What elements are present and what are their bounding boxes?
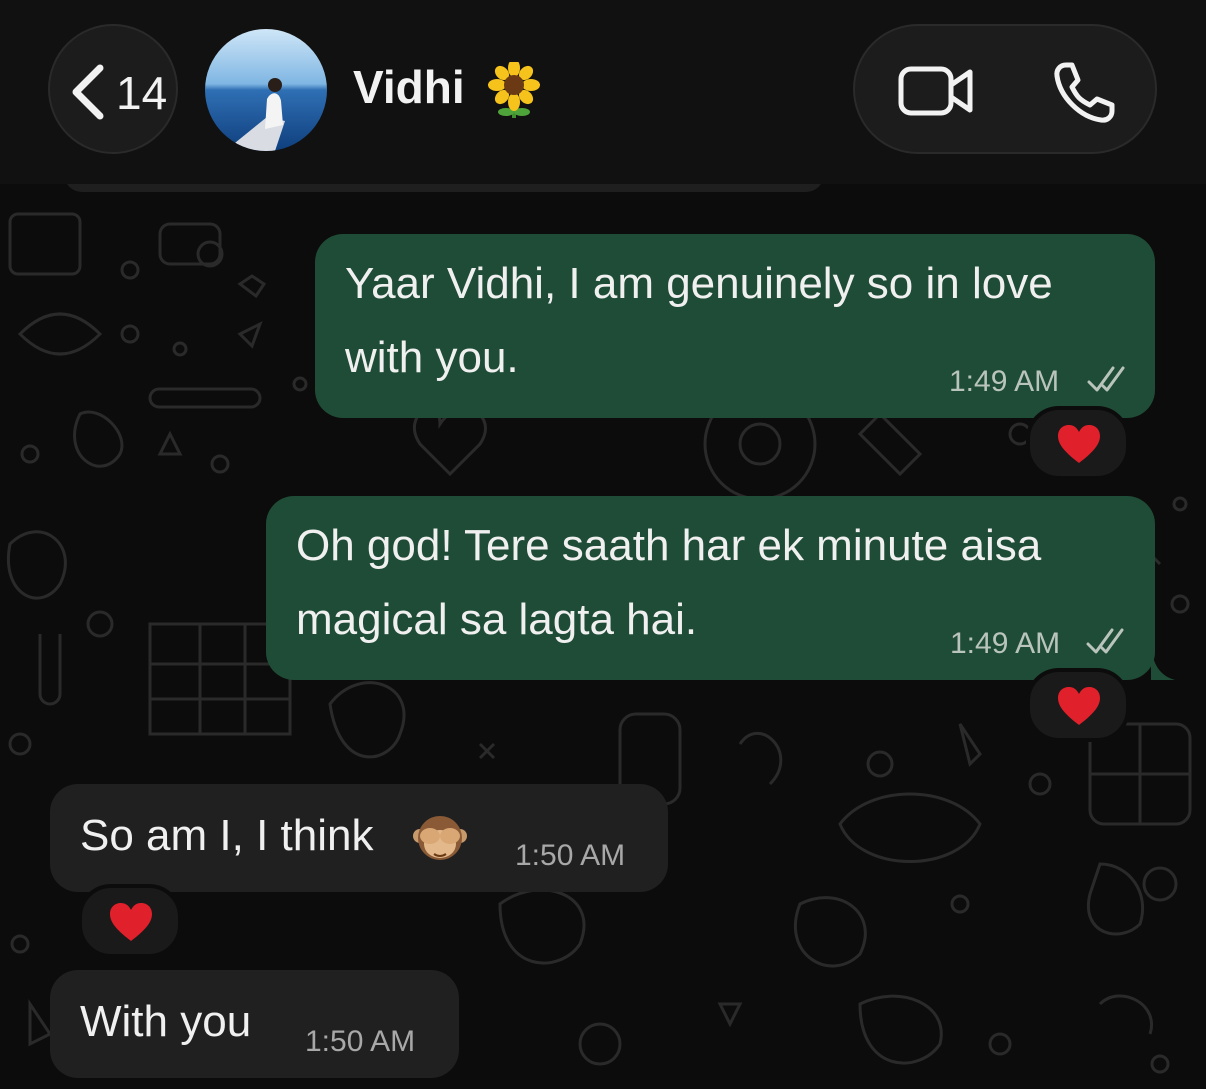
read-double-check-icon bbox=[1087, 366, 1125, 392]
sunflower-icon bbox=[488, 62, 540, 118]
message-time: 1:50 AM bbox=[305, 1025, 416, 1058]
previous-message-edge bbox=[64, 184, 824, 192]
message-text: So am I, I think bbox=[80, 811, 374, 860]
chat-header: 14 Vidhi bbox=[0, 0, 1206, 184]
incoming-message[interactable]: So am I, I think 1:50 AM bbox=[50, 784, 668, 892]
message-text: With you bbox=[80, 997, 252, 1046]
bubble-tail bbox=[1151, 646, 1175, 680]
chevron-left-icon bbox=[72, 64, 104, 120]
reaction-badge[interactable] bbox=[1026, 668, 1130, 742]
read-double-check-icon bbox=[1086, 628, 1124, 654]
call-actions bbox=[853, 24, 1157, 154]
reaction-badge[interactable] bbox=[1026, 406, 1130, 480]
reaction-badge[interactable] bbox=[78, 884, 182, 958]
incoming-message[interactable]: With you 1:50 AM bbox=[50, 970, 459, 1078]
chat-area: Yaar Vidhi, I am genuinely so in love wi… bbox=[0, 184, 1206, 1089]
message-time: 1:49 AM bbox=[949, 365, 1060, 398]
message-text: Oh god! Tere saath har ek minute aisa ma… bbox=[296, 521, 1042, 644]
back-button[interactable]: 14 bbox=[48, 24, 178, 154]
outgoing-message[interactable]: Yaar Vidhi, I am genuinely so in love wi… bbox=[315, 234, 1155, 418]
red-heart-icon bbox=[1058, 425, 1100, 463]
message-text: Yaar Vidhi, I am genuinely so in love wi… bbox=[345, 259, 1053, 382]
message-time: 1:49 AM bbox=[950, 627, 1061, 660]
outgoing-message[interactable]: Oh god! Tere saath har ek minute aisa ma… bbox=[266, 496, 1175, 680]
unread-count: 14 bbox=[116, 67, 168, 119]
red-heart-icon bbox=[1058, 687, 1100, 725]
contact-avatar[interactable] bbox=[205, 29, 327, 151]
red-heart-icon bbox=[110, 903, 152, 941]
see-no-evil-monkey-icon bbox=[413, 816, 467, 860]
contact-name[interactable]: Vidhi bbox=[353, 60, 465, 114]
phone-icon[interactable] bbox=[1052, 61, 1116, 125]
video-camera-icon[interactable] bbox=[898, 64, 974, 118]
message-time: 1:50 AM bbox=[515, 839, 626, 872]
